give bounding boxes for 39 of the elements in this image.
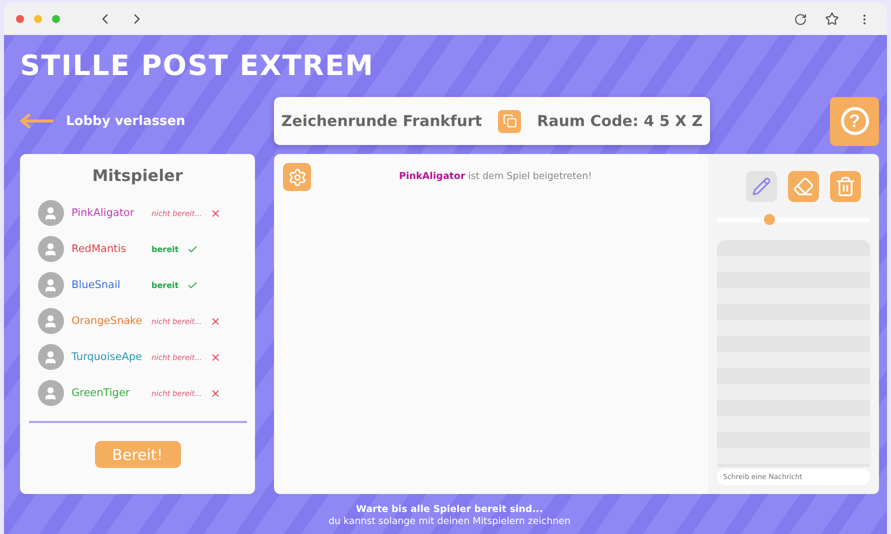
player-name: GreenTiger (72, 387, 131, 399)
copy-button[interactable] (498, 110, 522, 132)
join-notice: PinkAligator ist dem Spiel beigetreten! (399, 171, 592, 182)
waiting-hint: du kannst solange mit deinen Mitspielern zeichnen (328, 516, 571, 528)
player-name: RedMantis (72, 243, 128, 255)
ready-status: bereit (152, 244, 179, 254)
trash-icon (835, 176, 856, 197)
app-title: STILLE POST EXTREM (20, 49, 375, 84)
help-button[interactable]: ? (830, 96, 879, 146)
avatar-icon (38, 272, 64, 298)
minimize-dot-icon[interactable] (34, 15, 42, 23)
eraser-icon (793, 176, 814, 197)
avatar-icon (38, 344, 64, 370)
ready-button[interactable]: Bereit! (94, 441, 180, 468)
player-name: BlueSnail (72, 279, 122, 291)
room-code: Raum Code: 4 5 X Z (537, 112, 703, 130)
panel-title: Mitspieler (92, 166, 183, 185)
player-name: TurquoiseApe (72, 351, 144, 363)
avatar-icon (38, 308, 64, 334)
avatar-icon (38, 200, 64, 226)
arrow-left-icon (20, 114, 54, 128)
room-name: Zeichenrunde Frankfurt (281, 112, 482, 130)
player-name: PinkAligator (72, 207, 136, 219)
leave-lobby-link[interactable]: Lobby verlassen (20, 114, 274, 128)
avatar-icon (38, 380, 64, 406)
close-dot-icon[interactable] (16, 15, 24, 23)
pencil-button[interactable] (746, 171, 777, 202)
trash-button[interactable] (830, 171, 861, 202)
eraser-button[interactable] (788, 171, 819, 202)
ready-status: bereit (152, 280, 179, 290)
player-name: OrangeSnake (72, 315, 144, 327)
gear-icon (288, 168, 306, 186)
copy-icon (502, 114, 517, 128)
avatar-icon (38, 236, 64, 262)
slider-thumb[interactable] (764, 214, 776, 225)
waiting-message: Warte bis alle Spieler bereit sind... (356, 504, 544, 516)
settings-button[interactable] (283, 163, 311, 191)
maximize-dot-icon[interactable] (52, 15, 60, 23)
pencil-icon (752, 177, 771, 196)
